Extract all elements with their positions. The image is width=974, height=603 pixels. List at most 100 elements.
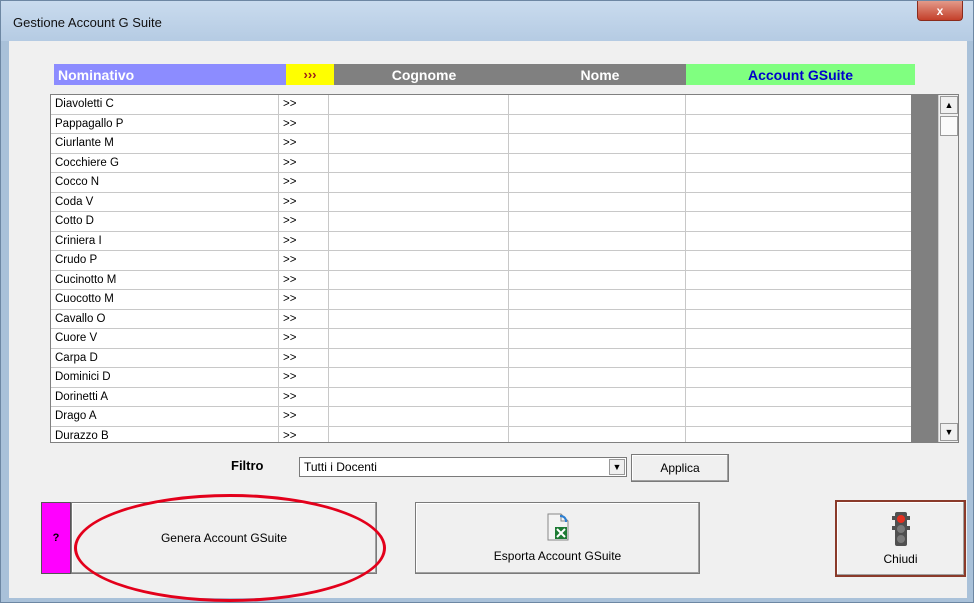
table-row[interactable]: Cocchiere G >> bbox=[51, 153, 911, 173]
table-row[interactable]: Dorinetti A >> bbox=[51, 387, 911, 407]
cell-nome[interactable] bbox=[509, 329, 686, 348]
scroll-up-arrow-icon[interactable]: ▲ bbox=[940, 96, 958, 114]
cell-account[interactable] bbox=[686, 232, 911, 251]
cell-arrow[interactable]: >> bbox=[279, 251, 329, 270]
cell-nominativo[interactable]: Criniera I bbox=[51, 231, 279, 250]
cell-account[interactable] bbox=[686, 388, 911, 407]
cell-arrow[interactable]: >> bbox=[279, 348, 329, 367]
cell-nome[interactable] bbox=[509, 231, 686, 250]
cell-account[interactable] bbox=[686, 271, 911, 290]
cell-account[interactable] bbox=[686, 134, 911, 153]
cell-account[interactable] bbox=[686, 407, 911, 426]
table-row[interactable]: Criniera I >> bbox=[51, 231, 911, 251]
table-row[interactable]: Cocco N >> bbox=[51, 173, 911, 193]
table-row[interactable]: Cavallo O >> bbox=[51, 309, 911, 329]
help-button[interactable]: ? bbox=[41, 502, 71, 574]
cell-nome[interactable] bbox=[509, 173, 686, 192]
cell-nominativo[interactable]: Cocco N bbox=[51, 173, 279, 192]
cell-cognome[interactable] bbox=[329, 290, 509, 309]
cell-nominativo[interactable]: Carpa D bbox=[51, 348, 279, 367]
accounts-grid[interactable]: Diavoletti C >> Pappagallo P >> Ciurlante M >… bbox=[50, 94, 959, 443]
table-row[interactable]: Cuocotto M >> bbox=[51, 290, 911, 310]
cell-account[interactable] bbox=[686, 193, 911, 212]
table-row[interactable]: Drago A >> bbox=[51, 407, 911, 427]
cell-nominativo[interactable]: Ciurlante M bbox=[51, 134, 279, 153]
cell-nome[interactable] bbox=[509, 407, 686, 426]
cell-cognome[interactable] bbox=[329, 173, 509, 192]
cell-arrow[interactable]: >> bbox=[279, 309, 329, 328]
cell-account[interactable] bbox=[686, 349, 911, 368]
cell-nominativo[interactable]: Durazzo B bbox=[51, 426, 279, 442]
cell-nominativo[interactable]: Cavallo O bbox=[51, 309, 279, 328]
cell-nome[interactable] bbox=[509, 368, 686, 387]
cell-cognome[interactable] bbox=[329, 231, 509, 250]
cell-arrow[interactable]: >> bbox=[279, 270, 329, 289]
table-row[interactable]: Ciurlante M >> bbox=[51, 134, 911, 154]
scroll-down-arrow-icon[interactable]: ▼ bbox=[940, 423, 958, 441]
cell-arrow[interactable]: >> bbox=[279, 134, 329, 153]
table-row[interactable]: Carpa D >> bbox=[51, 348, 911, 368]
export-account-button[interactable]: Esporta Account GSuite bbox=[415, 502, 700, 574]
cell-arrow[interactable]: >> bbox=[279, 329, 329, 348]
cell-account[interactable] bbox=[686, 427, 911, 443]
cell-nome[interactable] bbox=[509, 251, 686, 270]
cell-nome[interactable] bbox=[509, 192, 686, 211]
cell-nominativo[interactable]: Cocchiere G bbox=[51, 153, 279, 172]
cell-account[interactable] bbox=[686, 329, 911, 348]
cell-account[interactable] bbox=[686, 310, 911, 329]
cell-nominativo[interactable]: Diavoletti C bbox=[51, 95, 279, 114]
cell-account[interactable] bbox=[686, 212, 911, 231]
cell-cognome[interactable] bbox=[329, 212, 509, 231]
dropdown-arrow-icon[interactable]: ▼ bbox=[609, 459, 625, 475]
cell-nominativo[interactable]: Dominici D bbox=[51, 368, 279, 387]
cell-nominativo[interactable]: Drago A bbox=[51, 407, 279, 426]
cell-nome[interactable] bbox=[509, 348, 686, 367]
cell-arrow[interactable]: >> bbox=[279, 407, 329, 426]
table-row[interactable]: Coda V >> bbox=[51, 192, 911, 212]
cell-account[interactable] bbox=[686, 95, 911, 114]
cell-nome[interactable] bbox=[509, 426, 686, 442]
cell-nome[interactable] bbox=[509, 270, 686, 289]
table-row[interactable]: Cucinotto M >> bbox=[51, 270, 911, 290]
cell-nominativo[interactable]: Cotto D bbox=[51, 212, 279, 231]
cell-nome[interactable] bbox=[509, 212, 686, 231]
cell-nominativo[interactable]: Cuocotto M bbox=[51, 290, 279, 309]
cell-cognome[interactable] bbox=[329, 270, 509, 289]
cell-cognome[interactable] bbox=[329, 95, 509, 114]
cell-arrow[interactable]: >> bbox=[279, 368, 329, 387]
cell-arrow[interactable]: >> bbox=[279, 387, 329, 406]
cell-nominativo[interactable]: Pappagallo P bbox=[51, 114, 279, 133]
cell-cognome[interactable] bbox=[329, 114, 509, 133]
cell-nome[interactable] bbox=[509, 387, 686, 406]
cell-arrow[interactable]: >> bbox=[279, 173, 329, 192]
cell-cognome[interactable] bbox=[329, 368, 509, 387]
cell-cognome[interactable] bbox=[329, 134, 509, 153]
cell-nominativo[interactable]: Dorinetti A bbox=[51, 387, 279, 406]
table-row[interactable]: Diavoletti C >> bbox=[51, 95, 911, 115]
cell-arrow[interactable]: >> bbox=[279, 426, 329, 442]
cell-nome[interactable] bbox=[509, 153, 686, 172]
cell-nominativo[interactable]: Crudo P bbox=[51, 251, 279, 270]
cell-arrow[interactable]: >> bbox=[279, 290, 329, 309]
close-window-button[interactable]: x bbox=[917, 1, 963, 21]
apply-filter-button[interactable]: Applica bbox=[631, 454, 729, 482]
cell-nominativo[interactable]: Cuore V bbox=[51, 329, 279, 348]
cell-cognome[interactable] bbox=[329, 407, 509, 426]
cell-cognome[interactable] bbox=[329, 309, 509, 328]
cell-nominativo[interactable]: Coda V bbox=[51, 192, 279, 211]
cell-arrow[interactable]: >> bbox=[279, 153, 329, 172]
cell-nome[interactable] bbox=[509, 114, 686, 133]
cell-cognome[interactable] bbox=[329, 192, 509, 211]
table-row[interactable]: Crudo P >> bbox=[51, 251, 911, 271]
filter-select[interactable]: Tutti i Docenti ▼ bbox=[299, 457, 627, 477]
cell-account[interactable] bbox=[686, 173, 911, 192]
cell-cognome[interactable] bbox=[329, 387, 509, 406]
table-row[interactable]: Dominici D >> bbox=[51, 368, 911, 388]
cell-nome[interactable] bbox=[509, 309, 686, 328]
table-row[interactable]: Cotto D >> bbox=[51, 212, 911, 232]
cell-arrow[interactable]: >> bbox=[279, 231, 329, 250]
cell-arrow[interactable]: >> bbox=[279, 192, 329, 211]
table-row[interactable]: Durazzo B >> bbox=[51, 426, 911, 443]
cell-arrow[interactable]: >> bbox=[279, 212, 329, 231]
cell-cognome[interactable] bbox=[329, 251, 509, 270]
